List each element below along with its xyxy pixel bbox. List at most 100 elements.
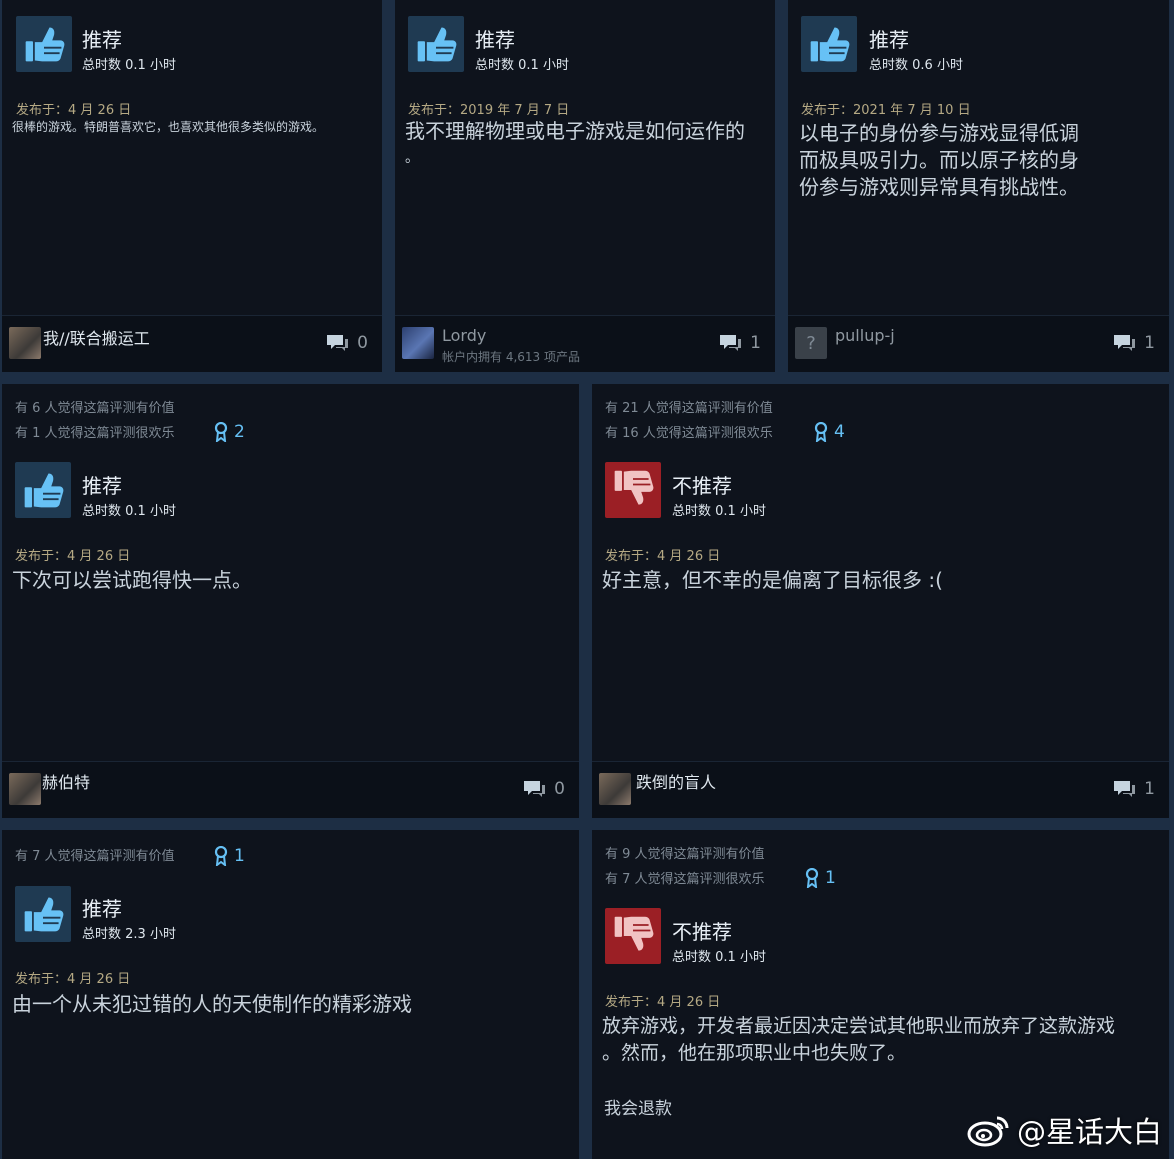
author-name[interactable]: 我//联合搬运工 <box>43 325 150 349</box>
review-text-line: 份参与游戏则异常具有挑战性。 <box>799 175 1079 199</box>
review-verdict[interactable]: 推荐 <box>82 24 122 53</box>
thumbs-up-icon[interactable] <box>801 16 857 72</box>
award-ribbon-icon <box>214 422 228 442</box>
playtime-hours: 总时数 0.1 小时 <box>672 504 766 519</box>
thumbs-down-icon[interactable] <box>605 462 661 518</box>
award-count-value: 1 <box>825 868 836 888</box>
avatar[interactable] <box>599 773 631 805</box>
comment-bubble-icon <box>524 781 546 797</box>
comment-count[interactable]: 0 <box>522 779 565 799</box>
award-count[interactable]: 1 <box>805 868 836 888</box>
posted-date-value: 4 月 26 日 <box>657 995 721 1010</box>
award-ribbon-icon <box>814 422 828 442</box>
posted-date: 发布于：2019 年 7 月 7 日 <box>408 99 569 118</box>
review-footer: 我//联合搬运工 0 <box>2 315 382 372</box>
author-product-count: 帐户内拥有 4,613 项产品 <box>442 350 580 364</box>
review-footer: 赫伯特 0 <box>2 761 579 818</box>
review-card: 有 7 人觉得这篇评测有价值 1 推荐 总时数 2.3 小时 发布于：4 月 2… <box>2 830 579 1159</box>
review-verdict[interactable]: 不推荐 <box>672 470 732 499</box>
comment-count[interactable]: 0 <box>325 333 368 353</box>
review-text-line: 而极具吸引力。而以原子核的身 <box>799 148 1079 172</box>
comment-count[interactable]: 1 <box>718 333 761 353</box>
review-text-line: 我不理解物理或电子游戏是如何运作的 <box>405 119 745 143</box>
posted-date-value: 4 月 26 日 <box>68 103 132 118</box>
author-name[interactable]: 赫伯特 <box>42 769 90 793</box>
avatar[interactable] <box>402 327 434 359</box>
review-text-line: 。 <box>405 150 419 166</box>
review-text: 放弃游戏，开发者最近因决定尝试其他职业而放弃了这款游戏 。然而，他在那项职业中也… <box>602 1013 1115 1067</box>
comment-count-value: 1 <box>750 333 761 353</box>
award-count[interactable]: 1 <box>214 846 245 866</box>
playtime-hours: 总时数 0.6 小时 <box>869 58 963 73</box>
helpful-count: 有 7 人觉得这篇评测有价值 <box>15 849 175 864</box>
avatar[interactable] <box>9 773 41 805</box>
weibo-watermark: @星话大白 <box>967 1109 1162 1151</box>
funny-count: 有 1 人觉得这篇评测很欢乐 <box>15 426 175 441</box>
helpful-count: 有 21 人觉得这篇评测有价值 <box>605 401 773 416</box>
author-name[interactable]: 跌倒的盲人 <box>636 769 716 793</box>
playtime-hours: 总时数 0.1 小时 <box>82 504 176 519</box>
review-text: 以电子的身份参与游戏显得低调 而极具吸引力。而以原子核的身 份参与游戏则异常具有… <box>799 120 1079 201</box>
comment-bubble-icon <box>720 335 742 351</box>
comment-count[interactable]: 1 <box>1112 779 1155 799</box>
review-text: 下次可以尝试跑得快一点。 <box>12 568 252 592</box>
posted-date: 发布于：4 月 26 日 <box>15 545 130 564</box>
comment-count[interactable]: 1 <box>1112 333 1155 353</box>
posted-label: 发布于： <box>801 103 854 118</box>
funny-count: 有 7 人觉得这篇评测很欢乐 <box>605 872 765 887</box>
comment-count-value: 1 <box>1144 333 1155 353</box>
playtime-hours: 总时数 0.1 小时 <box>82 58 176 73</box>
playtime-hours: 总时数 0.1 小时 <box>672 950 766 965</box>
funny-count: 有 16 人觉得这篇评测很欢乐 <box>605 426 773 441</box>
review-card: 推荐 总时数 0.6 小时 发布于：2021 年 7 月 10 日 以电子的身份… <box>788 0 1169 372</box>
review-footer: 跌倒的盲人 1 <box>592 761 1169 818</box>
posted-label: 发布于： <box>605 549 658 564</box>
posted-label: 发布于： <box>15 972 68 987</box>
avatar[interactable]: ? <box>795 327 827 359</box>
review-verdict[interactable]: 推荐 <box>82 893 122 922</box>
review-verdict[interactable]: 推荐 <box>82 470 122 499</box>
review-card: 推荐 总时数 0.1 小时 发布于：4 月 26 日 很棒的游戏。特朗普喜欢它，… <box>2 0 382 372</box>
thumbs-up-icon[interactable] <box>16 16 72 72</box>
review-verdict[interactable]: 不推荐 <box>672 916 732 945</box>
comment-count-value: 1 <box>1144 779 1155 799</box>
review-card: 有 6 人觉得这篇评测有价值 有 1 人觉得这篇评测很欢乐 2 推荐 总时数 0… <box>2 384 579 818</box>
award-count-value: 1 <box>234 846 245 866</box>
thumbs-up-icon[interactable] <box>408 16 464 72</box>
award-count[interactable]: 4 <box>814 422 845 442</box>
thumbs-down-icon[interactable] <box>605 908 661 964</box>
review-text: 由一个从未犯过错的人的天使制作的精彩游戏 <box>12 992 412 1016</box>
review-text-line: 以电子的身份参与游戏显得低调 <box>799 121 1079 145</box>
review-text: 好主意，但不幸的是偏离了目标很多 :( <box>602 568 943 592</box>
posted-label: 发布于： <box>15 549 68 564</box>
award-count-value: 4 <box>834 422 845 442</box>
award-count[interactable]: 2 <box>214 422 245 442</box>
avatar[interactable] <box>9 327 41 359</box>
review-card: 推荐 总时数 0.1 小时 发布于：2019 年 7 月 7 日 我不理解物理或… <box>395 0 775 372</box>
review-verdict[interactable]: 推荐 <box>869 24 909 53</box>
posted-date-value: 4 月 26 日 <box>67 549 131 564</box>
review-verdict[interactable]: 推荐 <box>475 24 515 53</box>
award-ribbon-icon <box>805 868 819 888</box>
comment-bubble-icon <box>1114 335 1136 351</box>
award-count-value: 2 <box>234 422 245 442</box>
author-name[interactable]: pullup-j <box>835 326 895 345</box>
comment-count-value: 0 <box>554 779 565 799</box>
award-ribbon-icon <box>214 846 228 866</box>
comment-bubble-icon <box>327 335 349 351</box>
posted-date: 发布于：4 月 26 日 <box>605 991 720 1010</box>
posted-date: 发布于：4 月 26 日 <box>605 545 720 564</box>
thumbs-up-icon[interactable] <box>15 462 71 518</box>
author-name[interactable]: Lordy <box>442 326 486 345</box>
comment-bubble-icon <box>1114 781 1136 797</box>
review-text: 我不理解物理或电子游戏是如何运作的 。 <box>405 118 745 172</box>
review-footer: Lordy 帐户内拥有 4,613 项产品 1 <box>395 315 775 372</box>
review-footer: ? pullup-j 1 <box>788 315 1169 372</box>
playtime-hours: 总时数 0.1 小时 <box>475 58 569 73</box>
helpful-count: 有 9 人觉得这篇评测有价值 <box>605 847 765 862</box>
review-card: 有 21 人觉得这篇评测有价值 有 16 人觉得这篇评测很欢乐 4 不推荐 总时… <box>592 384 1169 818</box>
watermark-text: @星话大白 <box>1016 1115 1162 1149</box>
thumbs-up-icon[interactable] <box>15 886 71 942</box>
posted-date: 发布于：2021 年 7 月 10 日 <box>801 99 971 118</box>
posted-date-value: 4 月 26 日 <box>657 549 721 564</box>
